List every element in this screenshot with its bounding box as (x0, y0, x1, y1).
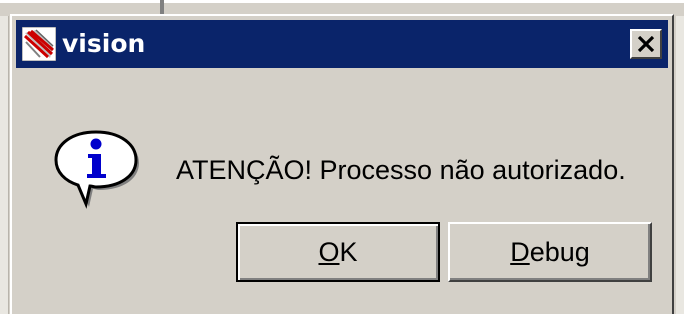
ok-button[interactable]: OK (236, 222, 440, 282)
close-button[interactable] (630, 29, 662, 59)
debug-button-mnemonic: D (510, 236, 530, 267)
ok-button-mnemonic: O (318, 236, 340, 267)
message-dialog: vision ATENÇÃO! Processo não autorizado.… (10, 14, 674, 314)
background-window-edge-right (676, 0, 684, 314)
background-window-divider (160, 0, 164, 14)
debug-button[interactable]: Debug (448, 222, 652, 282)
close-icon (637, 36, 655, 52)
information-icon (54, 130, 139, 209)
ok-button-label: K (339, 236, 358, 267)
background-window-edge-left (0, 0, 9, 314)
background-window-highlight (0, 0, 684, 3)
title-bar[interactable]: vision (16, 20, 668, 68)
debug-button-label: ebug (529, 236, 590, 267)
dialog-message: ATENÇÃO! Processo não autorizado. (176, 155, 626, 185)
vision-app-icon (22, 27, 56, 61)
window-title: vision (62, 29, 146, 58)
